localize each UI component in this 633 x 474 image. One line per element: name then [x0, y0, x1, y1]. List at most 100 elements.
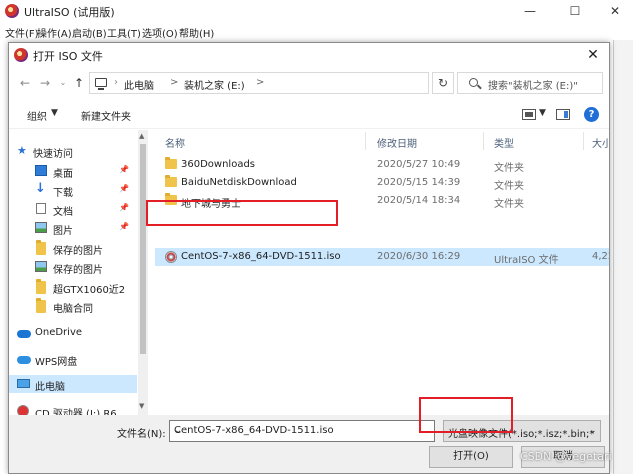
pin-icon[interactable]: 📌 [119, 184, 129, 193]
address-bar[interactable]: › 此电脑 > 装机之家 (E:) > ⌄ [89, 72, 500, 94]
organize-dropdown-icon[interactable]: ▼ [51, 108, 58, 118]
breadcrumb-pc[interactable]: 此电脑 [124, 77, 154, 92]
file-modified: 2020/5/27 10:49 [377, 159, 461, 170]
view-mode-dropdown-icon[interactable]: ▼ [539, 108, 546, 118]
iso-disc-icon [165, 251, 177, 263]
filename-history-dropdown-icon[interactable]: ⌄ [174, 425, 182, 436]
nav-item-wps[interactable]: WPS网盘 [9, 350, 137, 368]
file-modified: 2020/5/14 18:34 [377, 195, 461, 206]
column-header-name[interactable]: 名称 [165, 135, 185, 150]
nav-item-contract[interactable]: 电脑合同 [9, 297, 137, 315]
column-divider[interactable] [583, 132, 584, 150]
main-menu-bar: 文件(F) 操作(A) 启动(B) 工具(T) 选项(O) 帮助(H) [0, 22, 633, 40]
ultraiso-app-icon [5, 4, 19, 18]
forward-arrow-icon[interactable]: → [37, 75, 53, 91]
folder-icon [36, 240, 46, 255]
sort-ascending-icon: ^ [259, 130, 268, 137]
navigation-bar: ← → ⌄ ↑ › 此电脑 > 装机之家 (E:) > ⌄ ↻ 搜索"装机之家 … [9, 67, 609, 99]
pc-icon [95, 78, 107, 90]
nav-item-label: 下载 [53, 188, 73, 199]
nav-item-label: 超GTX1060近2 [53, 285, 126, 296]
column-header-size[interactable]: 大小 [592, 135, 609, 150]
search-box[interactable]: 搜索"装机之家 (E:)" [457, 72, 603, 94]
folder-icon [36, 279, 46, 294]
menu-action[interactable]: 操作(A) [37, 25, 72, 40]
file-type: 文件夹 [494, 199, 524, 210]
nav-item-desktop[interactable]: 桌面 📌 [9, 162, 137, 180]
address-sep-0: › [114, 77, 118, 88]
close-icon[interactable]: ✕ [595, 2, 633, 20]
maximize-icon[interactable]: ☐ [555, 2, 595, 20]
nav-item-pictures[interactable]: 图片 📌 [9, 219, 137, 237]
recent-locations-chevron-icon[interactable]: ⌄ [55, 75, 71, 91]
organize-button[interactable]: 组织 [27, 108, 47, 123]
file-row-360downloads[interactable]: 360Downloads 2020/5/27 10:49 文件夹 [155, 156, 609, 174]
column-divider[interactable] [365, 132, 366, 150]
filename-value: CentOS-7-x86_64-DVD-1511.iso [174, 425, 334, 436]
nav-item-label: WPS网盘 [35, 357, 78, 368]
command-toolbar: 组织 ▼ 新建文件夹 ▼ ? [9, 101, 609, 129]
download-icon: ↓ [35, 181, 46, 196]
nav-item-gtx1060[interactable]: 超GTX1060近2 [9, 278, 137, 296]
up-arrow-icon[interactable]: ↑ [71, 75, 87, 91]
view-mode-icon[interactable] [522, 109, 536, 120]
scroll-down-icon[interactable]: ▼ [139, 402, 144, 410]
file-list: ^ 名称 修改日期 类型 大小 360Downloads 2020/5/27 1… [149, 130, 609, 415]
nav-item-label: CD 驱动器 (J:) R6 [35, 409, 117, 415]
back-arrow-icon[interactable]: ← [17, 75, 33, 91]
nav-item-saved-pictures[interactable]: 保存的图片 [9, 258, 137, 276]
file-row-centos-iso[interactable]: CentOS-7-x86_64-DVD-1511.iso 2020/6/30 1… [155, 248, 609, 266]
breadcrumb-drive[interactable]: 装机之家 (E:) [184, 77, 245, 92]
nav-item-this-pc[interactable]: 此电脑 [9, 375, 137, 393]
scrollbar-thumb[interactable] [140, 144, 146, 354]
nav-item-label: 桌面 [53, 169, 73, 180]
highlight-open-button [419, 397, 513, 433]
filename-input[interactable]: CentOS-7-x86_64-DVD-1511.iso ⌄ [169, 420, 435, 442]
pin-icon[interactable]: 📌 [119, 203, 129, 212]
minimize-icon[interactable]: — [510, 2, 550, 20]
onedrive-icon [17, 330, 31, 338]
pin-icon[interactable]: 📌 [119, 165, 129, 174]
nav-item-documents[interactable]: 文档 📌 [9, 200, 137, 218]
menu-file[interactable]: 文件(F) [5, 25, 39, 40]
column-divider[interactable] [483, 132, 484, 150]
dialog-close-icon[interactable]: ✕ [583, 45, 603, 65]
nav-item-cd-drive[interactable]: CD 驱动器 (J:) R6 [9, 402, 137, 415]
picture-icon [35, 222, 47, 233]
refresh-icon[interactable]: ↻ [432, 72, 454, 94]
menu-help[interactable]: 帮助(H) [179, 25, 214, 40]
nav-item-label: 文档 [53, 207, 73, 218]
open-button[interactable]: 打开(O) [429, 446, 513, 468]
file-name: CentOS-7-x86_64-DVD-1511.iso [181, 251, 341, 262]
filename-label: 文件名(N): [117, 429, 166, 440]
ultraiso-app-icon [14, 48, 28, 62]
nav-item-label: 快速访问 [33, 149, 73, 160]
menu-tools[interactable]: 工具(T) [107, 25, 141, 40]
file-row-baidunetdisk[interactable]: BaiduNetdiskDownload 2020/5/15 14:39 文件夹 [155, 174, 609, 192]
new-folder-button[interactable]: 新建文件夹 [81, 108, 131, 123]
nav-item-downloads[interactable]: ↓ 下载 📌 [9, 181, 137, 199]
file-type: 文件夹 [494, 181, 524, 192]
menu-boot[interactable]: 启动(B) [72, 25, 107, 40]
nav-item-onedrive[interactable]: OneDrive [9, 324, 137, 342]
file-name: BaiduNetdiskDownload [181, 177, 297, 188]
address-sep-1[interactable]: > [170, 77, 178, 88]
nav-item-saved-pictures-folder[interactable]: 保存的图片 [9, 239, 137, 257]
nav-item-quick-access[interactable]: ★ 快速访问 [9, 142, 137, 160]
column-header-modified[interactable]: 修改日期 [377, 135, 417, 150]
navigation-pane-scrollbar[interactable]: ▲ ▼ [138, 130, 148, 415]
pin-icon[interactable]: 📌 [119, 222, 129, 231]
folder-icon [165, 175, 177, 187]
file-size: 4,228 [592, 251, 609, 262]
menu-options[interactable]: 选项(O) [142, 25, 178, 40]
cd-icon [17, 405, 29, 415]
file-modified: 2020/5/15 14:39 [377, 177, 461, 188]
dialog-footer: 文件名(N): CentOS-7-x86_64-DVD-1511.iso ⌄ 光… [9, 415, 609, 473]
scroll-up-icon[interactable]: ▲ [139, 132, 144, 140]
help-icon[interactable]: ? [584, 107, 599, 122]
address-sep-2[interactable]: > [256, 77, 264, 88]
chevron-down-icon[interactable]: ⌄ [589, 426, 597, 436]
search-placeholder: 搜索"装机之家 (E:)" [488, 81, 578, 92]
preview-pane-icon[interactable] [556, 109, 570, 120]
column-header-type[interactable]: 类型 [494, 135, 514, 150]
